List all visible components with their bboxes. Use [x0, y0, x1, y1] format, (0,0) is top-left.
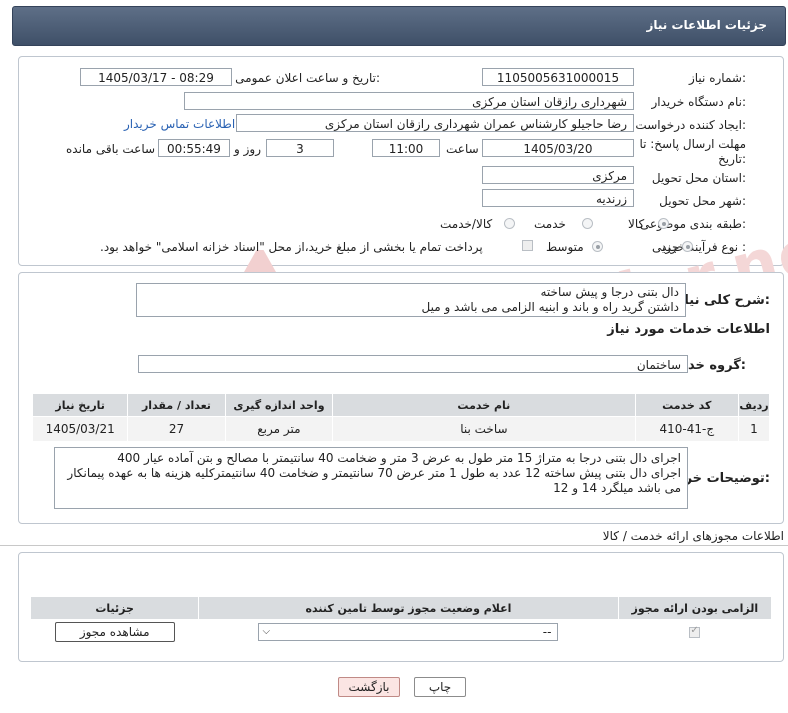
buyer-org-label: نام دستگاه خریدار: — [651, 95, 747, 109]
cell-qty: 27 — [127, 416, 226, 442]
chevron-down-icon: ⌵ — [262, 626, 271, 637]
buyer-notes-line-2: اجرای دال بتنی پیش ساخته 12 عدد به طول 1… — [67, 466, 681, 480]
treasury-payment-checkbox[interactable] — [522, 240, 533, 251]
announce-label: تاریخ و ساعت اعلان عمومی: — [235, 71, 380, 85]
process-radio-medium[interactable] — [592, 241, 603, 252]
category-label: طبقه بندی موضوعی: — [639, 217, 746, 231]
deadline-label: مهلت ارسال پاسخ: تا — [639, 137, 746, 151]
services-table-header: تاریخ نیاز تعداد / مقدار واحد اندازه گیر… — [31, 393, 770, 417]
province-field: مرکزی — [482, 166, 634, 184]
cell-required: ✓ — [617, 619, 773, 645]
col-qty-header: تعداد / مقدار — [127, 393, 226, 417]
payment-note: پرداخت تمام یا بخشی از مبلغ خرید،از محل … — [100, 240, 483, 254]
info-panel — [18, 56, 784, 266]
city-label: شهر محل تحویل: — [659, 194, 746, 208]
print-button[interactable]: چاپ — [414, 677, 466, 697]
deadline-label-2: تاریخ: — [718, 152, 746, 166]
contact-buyer-link[interactable]: اطلاعات تماس خریدار — [124, 117, 235, 131]
col-name-header: نام خدمت — [332, 393, 636, 417]
process-option-medium: متوسط — [546, 240, 584, 254]
announce-field: 1405/03/17 - 08:29 — [80, 68, 232, 86]
services-table: تاریخ نیاز تعداد / مقدار واحد اندازه گیر… — [31, 393, 770, 442]
need-number-label: شماره نیاز: — [688, 71, 746, 85]
cell-row: 1 — [738, 416, 770, 442]
deadline-date-field: 1405/03/20 — [482, 139, 634, 157]
category-option-goods-service: کالا/خدمت — [440, 217, 493, 231]
col-details-header: جزئیات — [29, 596, 200, 620]
need-number-field: 1105005631000015 — [482, 68, 634, 86]
page-header: جزئیات اطلاعات نیاز — [12, 6, 786, 46]
permits-section-title: اطلاعات مجوزهای ارائه خدمت / کالا — [602, 529, 784, 543]
col-status-header: اعلام وضعیت مجوز توسط تامین کننده — [198, 596, 619, 620]
process-radio-minor[interactable] — [682, 241, 693, 252]
category-radio-goods[interactable] — [658, 218, 669, 229]
buyer-notes-textarea[interactable]: اجرای دال بتنی درجا به متراژ 15 متر طول … — [54, 447, 688, 509]
remaining-label: ساعت باقی مانده — [66, 142, 156, 156]
summary-line-2: داشتن گرید راه و باند و ابنیه الزامی می … — [421, 300, 680, 314]
table-row: مشاهده مجوز -- ⌵ ✓ — [29, 619, 773, 645]
cell-unit: متر مربع — [224, 416, 334, 442]
services-section-title: اطلاعات خدمات مورد نیاز — [607, 322, 770, 337]
remaining-time-field: 00:55:49 — [158, 139, 230, 157]
cell-date: 1405/03/21 — [31, 416, 129, 442]
permit-required-checkbox: ✓ — [689, 624, 701, 638]
check-icon: ✓ — [690, 624, 699, 636]
summary-label: شرح کلی نیاز: — [676, 293, 770, 308]
category-option-goods: کالا — [628, 217, 645, 231]
category-radio-goods-service[interactable] — [504, 218, 515, 229]
col-required-header: الزامی بودن ارائه مجوز — [617, 596, 773, 620]
permit-status-value: -- — [542, 625, 552, 639]
table-row: 1405/03/21 27 متر مربع ساخت بنا ج-41-410… — [31, 416, 770, 442]
category-radio-service[interactable] — [582, 218, 593, 229]
col-date-header: تاریخ نیاز — [31, 393, 129, 417]
cell-status: -- ⌵ — [198, 619, 619, 645]
permits-divider — [0, 545, 788, 546]
city-field: زرندیه — [482, 189, 634, 207]
province-label: استان محل تحویل: — [651, 171, 746, 185]
page-title: جزئیات اطلاعات نیاز — [646, 18, 767, 32]
buyer-org-field: شهرداری رازقان استان مرکزی — [184, 92, 634, 110]
cell-code: ج-41-410 — [634, 416, 740, 442]
col-unit-header: واحد اندازه گیری — [224, 393, 334, 417]
category-option-service: خدمت — [534, 217, 566, 231]
back-button[interactable]: بازگشت — [338, 677, 400, 697]
deadline-time-field: 11:00 — [372, 139, 440, 157]
col-row-header: ردیف — [738, 393, 770, 417]
days-field: 3 — [266, 139, 334, 157]
buyer-notes-line-3: می باشد میلگرد 14 و 12 — [553, 481, 681, 495]
permits-table-header: جزئیات اعلام وضعیت مجوز توسط تامین کننده… — [29, 596, 773, 620]
col-code-header: کد خدمت — [634, 393, 740, 417]
summary-line-1: دال بتنی درجا و پیش ساخته — [540, 285, 679, 299]
permits-table: جزئیات اعلام وضعیت مجوز توسط تامین کننده… — [29, 596, 773, 645]
buyer-notes-line-1: اجرای دال بتنی درجا به متراژ 15 متر طول … — [117, 451, 681, 465]
view-permit-button[interactable]: مشاهده مجوز — [54, 622, 175, 642]
permit-status-select[interactable]: -- ⌵ — [258, 623, 559, 641]
creator-field: رضا حاجیلو کارشناس عمران شهرداری رازقان … — [236, 114, 634, 132]
process-option-minor: جزیی — [652, 240, 680, 254]
time-label: ساعت — [446, 142, 479, 156]
cell-details: مشاهده مجوز — [29, 619, 200, 645]
summary-textarea[interactable]: دال بتنی درجا و پیش ساخته داشتن گرید راه… — [136, 283, 686, 317]
service-group-field: ساختمان — [138, 355, 688, 373]
creator-label: ایجاد کننده درخواست: — [635, 118, 746, 132]
cell-name: ساخت بنا — [332, 416, 636, 442]
days-label: روز و — [234, 142, 261, 156]
